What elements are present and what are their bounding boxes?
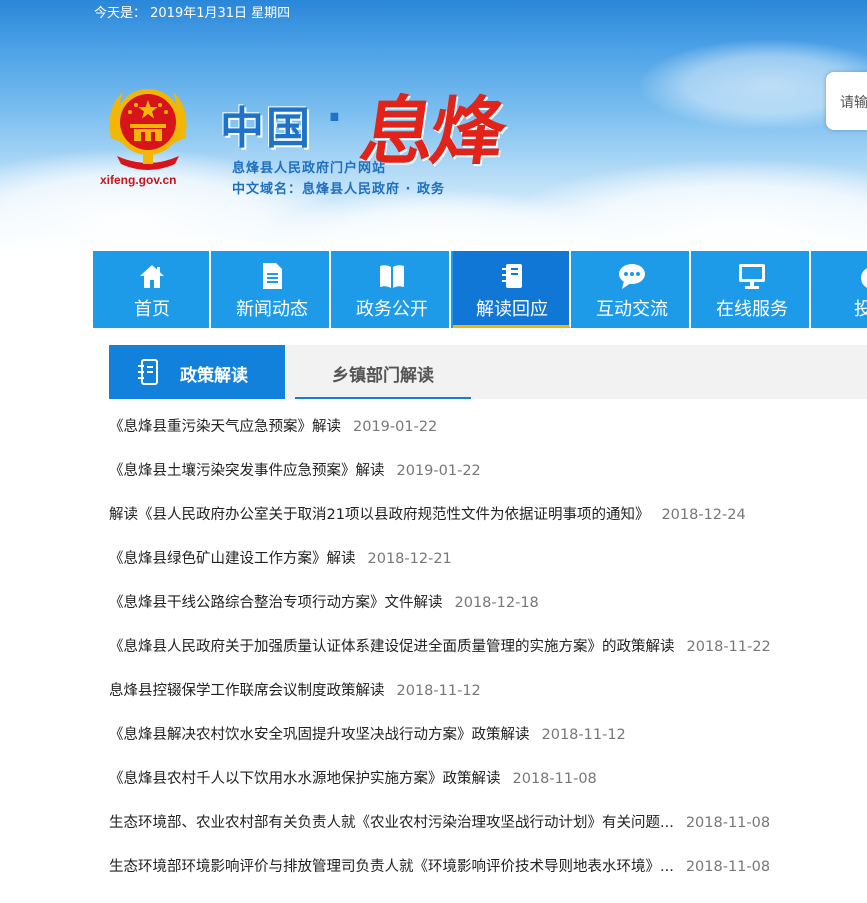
- money-icon: [861, 268, 867, 288]
- list-item[interactable]: 《息烽县解决农村饮水安全巩固提升攻坚决战行动方案》政策解读 2018-11-12: [109, 713, 626, 757]
- tab-policy-interpretation[interactable]: 政策解读: [109, 345, 285, 399]
- list-item[interactable]: 《息烽县重污染天气应急预案》解读 2019-01-22: [109, 405, 437, 449]
- notebook-icon: [138, 359, 158, 385]
- nav-item-gov-affairs[interactable]: 政务公开: [333, 251, 451, 328]
- nav-item-label: 投资: [854, 299, 867, 320]
- search-input[interactable]: 请输: [840, 92, 867, 112]
- article-title-link[interactable]: 生态环境部、农业农村部有关负责人就《农业农村污染治理攻坚战行动计划》有关问题..…: [109, 815, 674, 831]
- list-item[interactable]: 《息烽县人民政府关于加强质量认证体系建设促进全面质量管理的实施方案》的政策解读 2…: [109, 625, 771, 669]
- nav-item-home[interactable]: 首页: [93, 251, 211, 328]
- article-title-link[interactable]: 《息烽县干线公路综合整治专项行动方案》文件解读: [109, 595, 443, 611]
- list-item[interactable]: 生态环境部、农业农村部有关负责人就《农业农村污染治理攻坚战行动计划》有关问题..…: [109, 801, 770, 845]
- nav-item-label: 互动交流: [596, 299, 668, 320]
- content-tabs: 政策解读 乡镇部门解读: [109, 345, 867, 399]
- nav-item-label: 解读回应: [476, 299, 548, 320]
- document-icon: [263, 263, 282, 289]
- chat-icon: [619, 264, 645, 289]
- article-title-link[interactable]: 息烽县控辍保学工作联席会议制度政策解读: [109, 683, 385, 699]
- article-date: 2019-01-22: [353, 419, 438, 435]
- site-title-separator: ·: [326, 92, 343, 143]
- search-box[interactable]: 请输: [826, 72, 867, 130]
- nav-item-interpretation[interactable]: 解读回应: [453, 251, 571, 328]
- article-date: 2018-12-18: [454, 595, 539, 611]
- article-date: 2018-11-12: [396, 683, 481, 699]
- site-domain: xifeng.gov.cn: [100, 173, 177, 187]
- site-subtitle-portal: 息烽县人民政府门户网站: [232, 161, 387, 176]
- monitor-icon: [739, 264, 765, 289]
- nav-item-online-service[interactable]: 在线服务: [693, 251, 811, 328]
- home-icon: [140, 265, 164, 288]
- notebook-icon: [502, 264, 522, 288]
- article-title-link[interactable]: 《息烽县农村千人以下饮用水水源地保护实施方案》政策解读: [109, 771, 501, 787]
- article-date: 2018-11-12: [541, 727, 626, 743]
- list-item[interactable]: 《息烽县干线公路综合整治专项行动方案》文件解读 2018-12-18: [109, 581, 539, 625]
- main-nav: 首页 新闻动态 政务公开 解读回应 互动交流 在线服务 投: [93, 251, 867, 328]
- article-title-link[interactable]: 《息烽县解决农村饮水安全巩固提升攻坚决战行动方案》政策解读: [109, 727, 530, 743]
- tab-underline: [295, 397, 471, 399]
- site-title-china: 中国: [220, 103, 312, 154]
- nav-item-label: 首页: [134, 299, 170, 320]
- current-date: 今天是： 2019年1月31日 星期四: [94, 6, 291, 21]
- article-date: 2018-12-21: [367, 551, 452, 567]
- site-header: 今天是： 2019年1月31日 星期四 xifeng.gov.cn 中国 · 息…: [0, 0, 867, 252]
- nav-item-interaction[interactable]: 互动交流: [573, 251, 691, 328]
- article-date: 2018-11-08: [685, 859, 771, 875]
- article-date: 2018-12-24: [661, 507, 746, 523]
- date-bar: 今天是： 2019年1月31日 星期四: [0, 0, 867, 22]
- article-date: 2018-11-08: [685, 815, 771, 831]
- article-title-link[interactable]: 《息烽县土壤污染突发事件应急预案》解读: [109, 463, 385, 479]
- list-item[interactable]: 解读《县人民政府办公室关于取消21项以县政府规范性文件为依据证明事项的通知》 20…: [109, 493, 746, 537]
- list-item[interactable]: 息烽县控辍保学工作联席会议制度政策解读 2018-11-12: [109, 669, 481, 713]
- tab-label: 政策解读: [180, 366, 248, 386]
- nav-item-label: 新闻动态: [236, 299, 308, 320]
- site-subtitle-domain: 中文域名：息烽县人民政府 · 政务: [232, 182, 445, 197]
- nav-item-label: 在线服务: [716, 299, 788, 320]
- nav-item-label: 政务公开: [356, 299, 428, 320]
- article-date: 2019-01-22: [396, 463, 481, 479]
- article-title-link[interactable]: 《息烽县人民政府关于加强质量认证体系建设促进全面质量管理的实施方案》的政策解读: [109, 639, 675, 655]
- article-title-link[interactable]: 生态环境部环境影响评价与排放管理司负责人就《环境影响评价技术导则地表水环境》..…: [109, 859, 674, 875]
- article-title-link[interactable]: 《息烽县重污染天气应急预案》解读: [109, 419, 341, 435]
- book-icon: [380, 265, 404, 288]
- list-item[interactable]: 《息烽县农村千人以下饮用水水源地保护实施方案》政策解读 2018-11-08: [109, 757, 597, 801]
- list-item[interactable]: 《息烽县土壤污染突发事件应急预案》解读 2019-01-22: [109, 449, 481, 493]
- nav-item-news[interactable]: 新闻动态: [213, 251, 331, 328]
- list-item[interactable]: 生态环境部环境影响评价与排放管理司负责人就《环境影响评价技术导则地表水环境》..…: [109, 845, 770, 889]
- list-item[interactable]: 《息烽县绿色矿山建设工作方案》解读 2018-12-21: [109, 537, 452, 581]
- article-title-link[interactable]: 《息烽县绿色矿山建设工作方案》解读: [109, 551, 356, 567]
- tab-town-department[interactable]: 乡镇部门解读: [295, 345, 471, 399]
- tab-label: 乡镇部门解读: [332, 366, 434, 386]
- article-date: 2018-11-22: [686, 639, 771, 655]
- national-emblem-icon: [109, 89, 187, 170]
- nav-item-investment[interactable]: 投资: [813, 251, 867, 328]
- article-date: 2018-11-08: [512, 771, 597, 787]
- article-title-link[interactable]: 解读《县人民政府办公室关于取消21项以县政府规范性文件为依据证明事项的通知》: [109, 507, 649, 523]
